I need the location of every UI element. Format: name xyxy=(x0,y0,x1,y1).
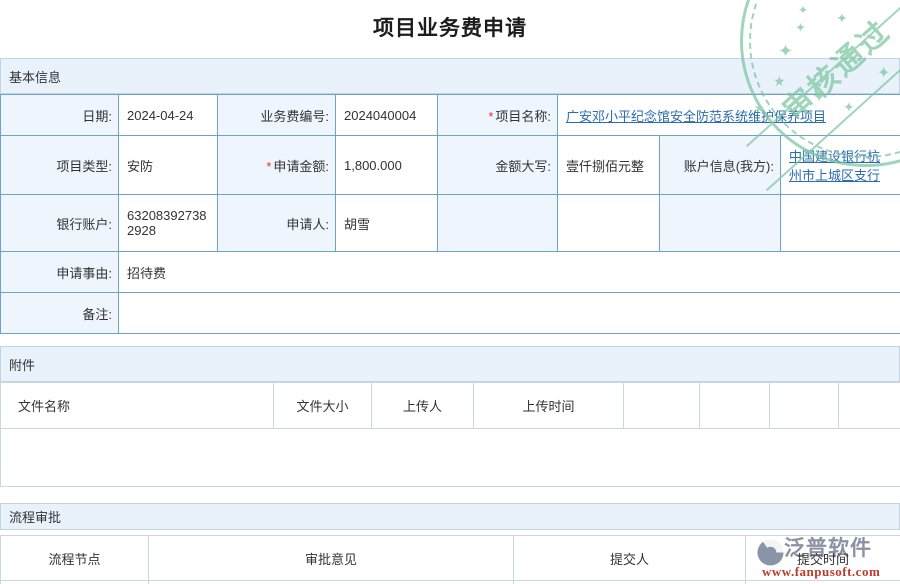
approval-empty-cell xyxy=(1,581,149,584)
project-type-value: 安防 xyxy=(119,136,218,195)
approval-empty-cell xyxy=(746,581,900,584)
table-row: 申请事由: 招待费 xyxy=(1,252,900,293)
page-title: 项目业务费申请 xyxy=(0,12,900,42)
project-type-label: 项目类型: xyxy=(1,136,119,195)
amount-label: *申请金额: xyxy=(218,136,336,195)
section-attachments: 附件 xyxy=(0,346,900,382)
bank-account-label: 银行账户: xyxy=(1,195,119,252)
remark-label: 备注: xyxy=(1,293,119,334)
basic-info-table: 日期: 2024-04-24 业务费编号: 2024040004 *项目名称: … xyxy=(0,94,900,334)
applicant-label: 申请人: xyxy=(218,195,336,252)
account-info-link[interactable]: 中国建设银行杭州市上城区支行 xyxy=(789,149,880,183)
required-asterisk: * xyxy=(266,159,271,174)
attachments-empty-body xyxy=(1,429,900,487)
table-row: 项目类型: 安防 *申请金额: 1,800.000 金额大写: 壹仟捌佰元整 账… xyxy=(1,136,900,195)
reason-value: 招待费 xyxy=(119,252,900,293)
project-name-link[interactable]: 广安邓小平纪念馆安全防范系统维护保养项目 xyxy=(566,109,826,124)
project-name-label: *项目名称: xyxy=(438,95,558,136)
table-row: 日期: 2024-04-24 业务费编号: 2024040004 *项目名称: … xyxy=(1,95,900,136)
project-name-cell: 广安邓小平纪念馆安全防范系统维护保养项目 xyxy=(558,95,900,136)
fee-no-value: 2024040004 xyxy=(336,95,438,136)
attachments-table: 文件名称 文件大小 上传人 上传时间 xyxy=(0,382,900,487)
reason-label: 申请事由: xyxy=(1,252,119,293)
bank-account-value: 632083927382928 xyxy=(119,195,218,252)
amount-label-text: 申请金额: xyxy=(273,159,329,174)
approval-header-row: 流程节点 审批意见 提交人 提交时间 xyxy=(1,536,900,581)
project-name-label-text: 项目名称: xyxy=(495,109,551,124)
table-row: 银行账户: 632083927382928 申请人: 胡雪 xyxy=(1,195,900,252)
attachments-header-row: 文件名称 文件大小 上传人 上传时间 xyxy=(1,383,900,429)
col-header-empty xyxy=(770,383,839,429)
project-business-fee-application-page: 项目业务费申请 基本信息 日期: 2024-04-24 业务费编号: 20240… xyxy=(0,0,900,584)
date-label: 日期: xyxy=(1,95,119,136)
col-header-file-size: 文件大小 xyxy=(274,383,372,429)
section-basic-info: 基本信息 xyxy=(0,58,900,94)
col-header-submit-time: 提交时间 xyxy=(746,536,900,581)
fee-no-label: 业务费编号: xyxy=(218,95,336,136)
approval-empty-cell xyxy=(514,581,746,584)
section-attachments-title: 附件 xyxy=(9,355,35,374)
col-header-approval-opinion: 审批意见 xyxy=(149,536,514,581)
empty-label-cell xyxy=(660,195,781,252)
col-header-empty xyxy=(624,383,700,429)
col-header-uploader: 上传人 xyxy=(372,383,474,429)
attachments-empty-cell xyxy=(1,429,900,487)
date-value: 2024-04-24 xyxy=(119,95,218,136)
approval-empty-cell xyxy=(149,581,514,584)
approval-body-row xyxy=(1,581,900,584)
account-info-label: 账户信息(我方): xyxy=(660,136,781,195)
section-approval: 流程审批 xyxy=(0,503,900,530)
applicant-value: 胡雪 xyxy=(336,195,438,252)
col-header-file-name: 文件名称 xyxy=(1,383,274,429)
amount-caps-value: 壹仟捌佰元整 xyxy=(558,136,660,195)
col-header-flow-node: 流程节点 xyxy=(1,536,149,581)
col-header-upload-time: 上传时间 xyxy=(474,383,624,429)
amount-value: 1,800.000 xyxy=(336,136,438,195)
required-asterisk: * xyxy=(488,109,493,124)
empty-value-cell xyxy=(781,195,900,252)
table-row: 备注: xyxy=(1,293,900,334)
approval-table: 流程节点 审批意见 提交人 提交时间 xyxy=(0,535,900,584)
empty-value-cell xyxy=(558,195,660,252)
account-info-cell: 中国建设银行杭州市上城区支行 xyxy=(781,136,900,195)
col-header-empty xyxy=(839,383,900,429)
amount-caps-label: 金额大写: xyxy=(438,136,558,195)
col-header-submitter: 提交人 xyxy=(514,536,746,581)
col-header-empty xyxy=(700,383,770,429)
section-basic-info-title: 基本信息 xyxy=(9,67,61,86)
section-approval-title: 流程审批 xyxy=(9,507,61,526)
empty-label-cell xyxy=(438,195,558,252)
remark-value xyxy=(119,293,900,334)
